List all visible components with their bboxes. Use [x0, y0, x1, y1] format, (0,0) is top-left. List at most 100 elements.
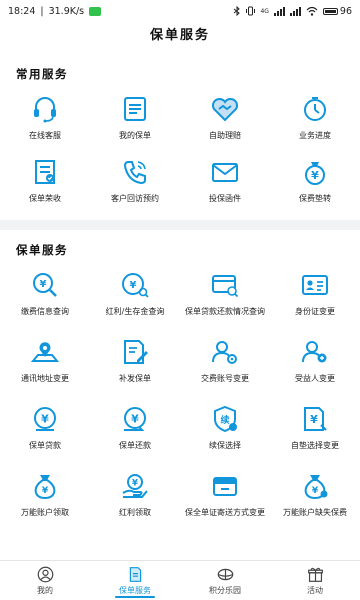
yuan-hand-icon: ¥ — [122, 474, 148, 498]
payment-account-change-button[interactable]: 交费账号变更 — [180, 337, 270, 404]
svg-text:¥: ¥ — [131, 413, 139, 426]
auto-advance-change-button[interactable]: ¥ 自垫选择变更 — [270, 404, 360, 471]
cell-signal-icon — [273, 6, 285, 16]
nav-item-policy-service[interactable]: 保单服务 — [90, 561, 180, 600]
wechat-icon — [89, 6, 102, 16]
battery-icon: 96 — [322, 5, 352, 17]
nav-label: 活动 — [307, 585, 323, 595]
svg-text:¥: ¥ — [132, 479, 138, 489]
mail-box-icon — [213, 477, 237, 496]
card-search-icon — [212, 275, 239, 298]
insurance-letter-button[interactable]: 投保函件 — [180, 157, 270, 220]
tile-label: 续保选择 — [209, 441, 241, 450]
online-service-button[interactable]: 在线客服 — [0, 94, 90, 157]
tile-label: 投保函件 — [209, 194, 241, 203]
tile-label: 保单荣收 — [29, 194, 61, 203]
tile-label: 缴费信息查询 — [21, 307, 69, 316]
nav-label: 我的 — [37, 585, 53, 595]
policy-repayment-button[interactable]: ¥ 保单还款 — [90, 404, 180, 471]
tile-label: 保单贷款 — [29, 441, 61, 450]
status-divider: | — [40, 5, 44, 17]
page-title: 保单服务 — [0, 22, 360, 52]
progress-clock-icon — [304, 97, 326, 121]
app-screen: 18:24 | 31.9K/s 4G 96 保单服务 常用服务 在线客服 我的保… — [0, 0, 360, 600]
address-change-button[interactable]: 通讯地址变更 — [0, 337, 90, 404]
nav-item-profile[interactable]: 我的 — [0, 561, 90, 600]
users-icon — [302, 341, 327, 363]
battery-level: 96 — [339, 5, 352, 17]
policy-services-grid: ¥ 缴费信息查询 ¥ 红利/生存金查询 保单贷款还款情况查询 身份证变更 通讯地… — [0, 270, 360, 538]
common-services-card: 常用服务 在线客服 我的保单 自助理赔 业务进度 保单荣收 客户回访预约 投保函… — [0, 52, 360, 220]
tile-label: 保单贷款还款情况查询 — [185, 307, 265, 316]
renew-shield-icon: 续 — [214, 405, 237, 433]
universal-account-withdraw-button[interactable]: ¥ 万能账户领取 — [0, 471, 90, 538]
reissue-policy-button[interactable]: 补发保单 — [90, 337, 180, 404]
network-type: 4G — [260, 7, 269, 15]
tile-label: 身份证变更 — [295, 307, 335, 316]
policy-document-icon — [124, 97, 146, 121]
yuan-search-icon: ¥ — [33, 273, 57, 297]
beneficiary-change-button[interactable]: 受益人变更 — [270, 337, 360, 404]
tile-label: 万能账户缺失保费 — [283, 508, 347, 517]
handshake-icon — [211, 97, 239, 122]
bottom-nav: 我的 保单服务 积分乐园 活动 — [0, 560, 360, 600]
common-services-title: 常用服务 — [16, 67, 68, 81]
yuan-return-icon: ¥ — [124, 407, 146, 431]
tile-label: 补发保单 — [119, 374, 151, 383]
points-icon — [217, 568, 233, 580]
active-tab-indicator — [115, 596, 155, 598]
tile-label: 自助理赔 — [209, 131, 241, 140]
nav-label: 保单服务 — [119, 585, 151, 595]
profile-icon — [37, 566, 53, 582]
common-services-grid: 在线客服 我的保单 自助理赔 业务进度 保单荣收 客户回访预约 投保函件 ¥ 保… — [0, 94, 360, 220]
tile-label: 万能账户领取 — [21, 508, 69, 517]
universal-account-premium-button[interactable]: ¥ 万能账户缺失保费 — [270, 471, 360, 538]
tile-label: 红利领取 — [119, 508, 151, 517]
tile-label: 在线客服 — [29, 131, 61, 140]
vibrate-icon — [246, 6, 256, 16]
my-policy-button[interactable]: 我的保单 — [90, 94, 180, 157]
id-card-change-button[interactable]: 身份证变更 — [270, 270, 360, 337]
gift-icon — [307, 567, 323, 582]
tile-label: 业务进度 — [299, 131, 331, 140]
status-left: 18:24 | 31.9K/s — [8, 5, 102, 17]
money-bag-alert-icon: ¥ — [304, 475, 328, 500]
bluetooth-icon — [234, 6, 241, 16]
tile-label: 保单还款 — [119, 441, 151, 450]
battery-cell — [322, 7, 338, 15]
edit-document-icon — [124, 340, 148, 364]
tile-label: 交费账号变更 — [201, 374, 249, 383]
payment-info-query-button[interactable]: ¥ 缴费信息查询 — [0, 270, 90, 337]
svg-text:¥: ¥ — [311, 169, 319, 182]
svg-text:¥: ¥ — [41, 413, 49, 426]
tile-label: 我的保单 — [119, 131, 151, 140]
policy-loan-button[interactable]: ¥ 保单贷款 — [0, 404, 90, 471]
tile-label: 通讯地址变更 — [21, 374, 69, 383]
tile-label: 受益人变更 — [295, 374, 335, 383]
nav-item-activity[interactable]: 活动 — [270, 561, 360, 600]
premium-transfer-button[interactable]: ¥ 保费垫转 — [270, 157, 360, 220]
svg-text:¥: ¥ — [42, 486, 49, 496]
dividend-withdraw-button[interactable]: ¥ 红利领取 — [90, 471, 180, 538]
renewal-choice-button[interactable]: 续 续保选择 — [180, 404, 270, 471]
tile-label: 红利/生存金查询 — [105, 307, 165, 316]
tile-label: 保费垫转 — [299, 194, 331, 203]
loan-repayment-query-button[interactable]: 保单贷款还款情况查询 — [180, 270, 270, 337]
policy-services-card: 保单服务 ¥ 缴费信息查询 ¥ 红利/生存金查询 保单贷款还款情况查询 身份证变… — [0, 230, 360, 560]
status-time: 18:24 — [8, 5, 36, 17]
tile-label: 客户回访预约 — [111, 194, 159, 203]
policy-receipt-button[interactable]: 保单荣收 — [0, 157, 90, 220]
headset-icon — [34, 97, 56, 123]
self-claim-button[interactable]: 自助理赔 — [180, 94, 270, 157]
yuan-magnifier-icon: ¥ — [122, 273, 149, 298]
policy-services-title: 保单服务 — [16, 243, 68, 257]
nav-item-points[interactable]: 积分乐园 — [180, 561, 270, 600]
policy-nav-icon — [129, 566, 141, 582]
yuan-document-icon: ¥ — [304, 407, 327, 431]
business-progress-button[interactable]: 业务进度 — [270, 94, 360, 157]
svg-text:¥: ¥ — [40, 279, 47, 290]
svg-text:续: 续 — [220, 414, 229, 426]
dividend-query-button[interactable]: ¥ 红利/生存金查询 — [90, 270, 180, 337]
document-delivery-change-button[interactable]: 保全单证寄送方式变更 — [180, 471, 270, 538]
customer-revisit-button[interactable]: 客户回访预约 — [90, 157, 180, 220]
